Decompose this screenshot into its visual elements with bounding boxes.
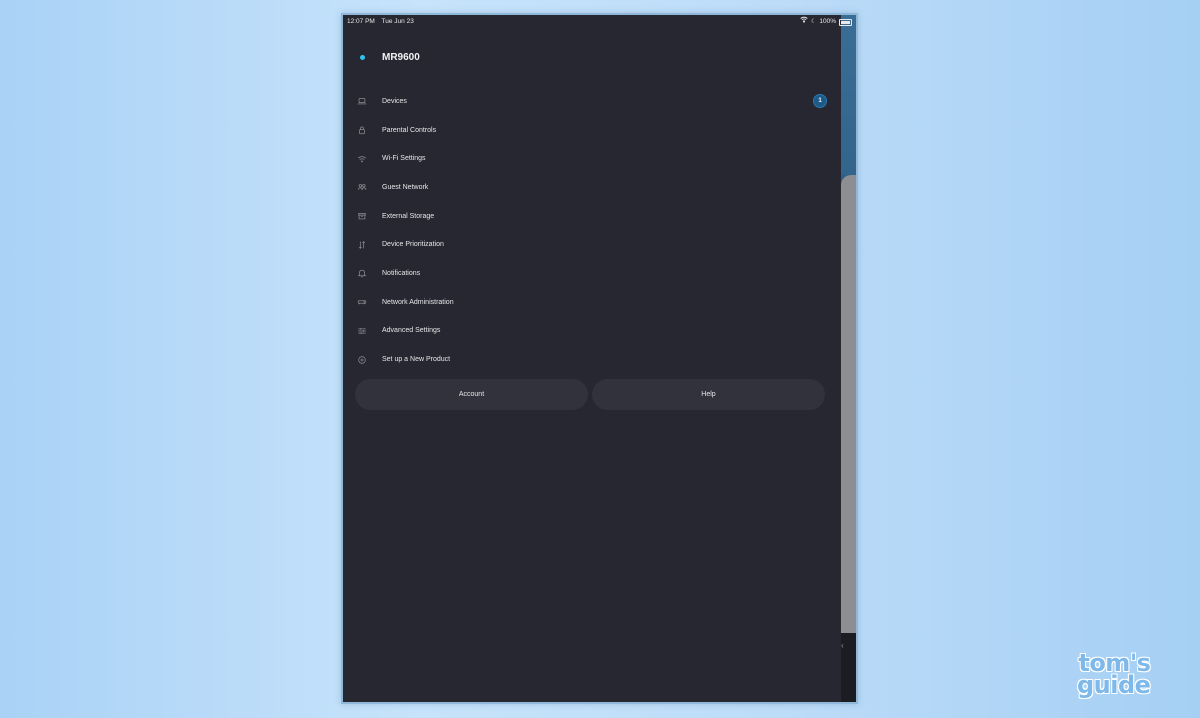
menu-label: Wi-Fi Settings bbox=[382, 155, 426, 163]
menu-label: Guest Network bbox=[382, 183, 429, 191]
wifi-icon bbox=[356, 153, 368, 165]
status-bar: 12:07 PM Tue Jun 23 ☾ 100% bbox=[343, 15, 856, 29]
status-time: 12:07 PM bbox=[347, 18, 375, 25]
menu-item-setup-new-product[interactable]: Set up a New Product bbox=[343, 345, 841, 374]
menu-item-wifi-settings[interactable]: Wi-Fi Settings bbox=[343, 144, 841, 173]
laptop-icon bbox=[356, 95, 368, 107]
brand-header: MR9600 bbox=[343, 51, 841, 65]
menu-label: Notifications bbox=[382, 269, 421, 277]
menu-label: Network Administration bbox=[382, 298, 454, 306]
menu-label: Advanced Settings bbox=[382, 327, 441, 335]
battery-icon bbox=[839, 18, 852, 26]
sliders-icon bbox=[356, 325, 368, 337]
menu-item-network-administration[interactable]: Network Administration bbox=[343, 288, 841, 317]
battery-percent: 100% bbox=[819, 18, 836, 25]
drawer-menu: Devices 1 Parental Controls Wi-Fi Settin… bbox=[343, 87, 841, 374]
devices-count-badge: 1 bbox=[813, 94, 827, 109]
plus-circle-icon bbox=[356, 354, 368, 366]
menu-label: Device Prioritization bbox=[382, 241, 444, 249]
menu-label: External Storage bbox=[382, 212, 435, 220]
menu-item-notifications[interactable]: Notifications bbox=[343, 259, 841, 288]
status-dot-icon bbox=[360, 55, 365, 60]
router-name: MR9600 bbox=[382, 52, 420, 63]
bell-icon bbox=[356, 267, 368, 279]
menu-label: Parental Controls bbox=[382, 126, 437, 134]
chevron-left-icon: ‹ bbox=[841, 641, 844, 650]
help-button[interactable]: Help bbox=[592, 379, 825, 410]
navigation-drawer: MR9600 Devices 1 Parental Controls Wi-Fi… bbox=[343, 15, 841, 702]
menu-item-parental-controls[interactable]: Parental Controls bbox=[343, 116, 841, 145]
menu-label: Devices bbox=[382, 97, 407, 105]
wifi-signal-icon bbox=[800, 15, 808, 29]
menu-item-advanced-settings[interactable]: Advanced Settings bbox=[343, 317, 841, 346]
lock-icon bbox=[356, 124, 368, 136]
menu-item-devices[interactable]: Devices 1 bbox=[343, 87, 841, 116]
tablet-screen: ‹ MR9600 Devices 1 Parental Controls Wi-… bbox=[341, 13, 858, 704]
priority-icon bbox=[356, 239, 368, 251]
background-screen-peek: ‹ bbox=[841, 15, 856, 702]
account-button[interactable]: Account bbox=[355, 379, 588, 410]
menu-label: Set up a New Product bbox=[382, 356, 451, 364]
menu-item-guest-network[interactable]: Guest Network bbox=[343, 173, 841, 202]
moon-icon: ☾ bbox=[810, 19, 817, 25]
storage-icon bbox=[356, 210, 368, 222]
status-date: Tue Jun 23 bbox=[381, 18, 414, 25]
toms-guide-logo: tom's guide bbox=[1077, 649, 1151, 699]
guest-icon bbox=[356, 181, 368, 193]
menu-item-external-storage[interactable]: External Storage bbox=[343, 202, 841, 231]
router-icon bbox=[356, 296, 368, 308]
menu-item-device-prioritization[interactable]: Device Prioritization bbox=[343, 230, 841, 259]
